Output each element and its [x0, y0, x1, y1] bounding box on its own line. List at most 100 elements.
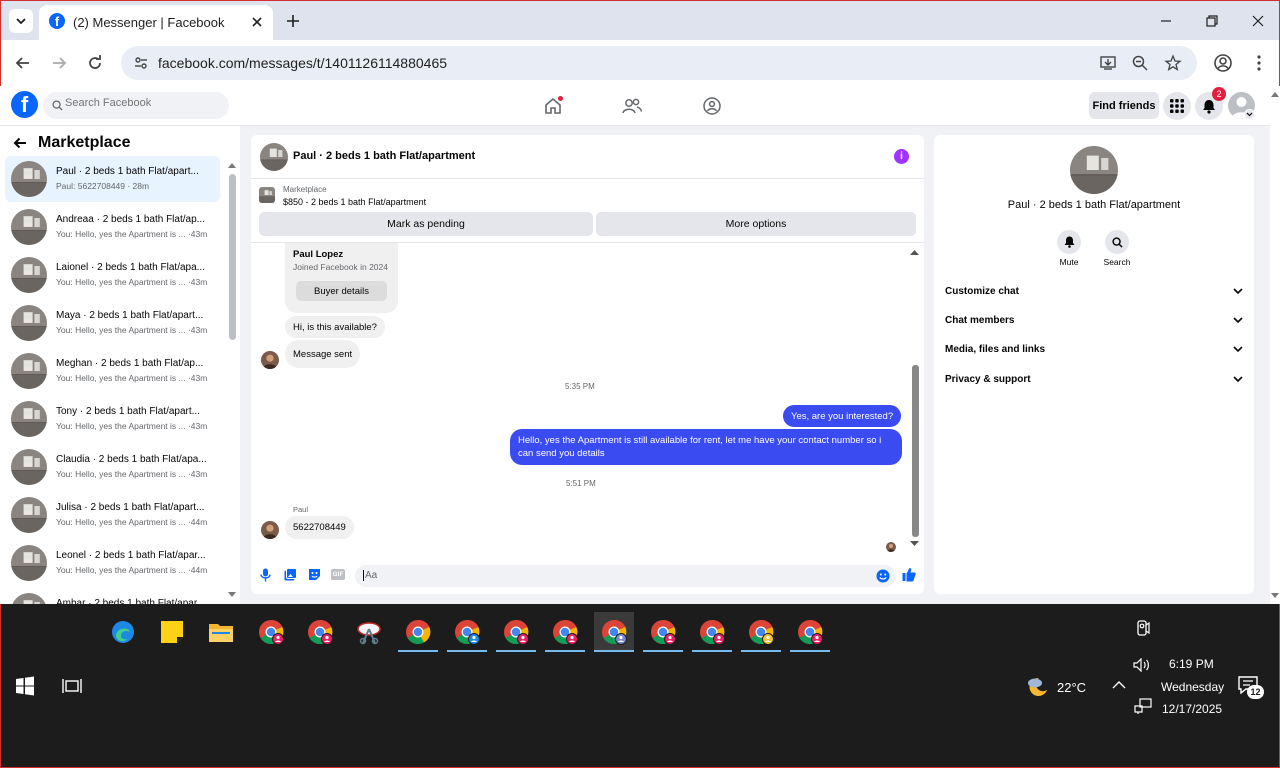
details-section-toggle[interactable]: Chat members — [945, 315, 1243, 335]
chat-title[interactable]: Paul · 2 beds 1 bath Flat/apartment — [293, 150, 475, 162]
message-bubble-outgoing[interactable]: Yes, are you interested? — [783, 405, 902, 427]
listing-thumbnail[interactable] — [259, 187, 275, 203]
chrome-icon[interactable] — [692, 612, 732, 652]
volume-icon[interactable] — [1133, 658, 1151, 672]
message-bubble[interactable]: 5622708449 — [285, 516, 354, 539]
chat-scroll-down-icon[interactable] — [910, 541, 919, 547]
clock-date[interactable]: 12/17/2025 — [1162, 702, 1222, 716]
sidebar-scrollbar-thumb[interactable] — [229, 174, 236, 340]
conversation-item[interactable]: Leonel · 2 beds 1 bath Flat/apar... You: … — [5, 540, 220, 586]
microphone-icon[interactable] — [260, 568, 271, 582]
notification-center-button[interactable]: 12 — [1238, 676, 1266, 704]
paul-avatar[interactable] — [261, 351, 279, 369]
bookmark-star-icon[interactable] — [1164, 54, 1182, 72]
conversation-item[interactable]: Laionel · 2 beds 1 bath Flat/apa... You: … — [5, 252, 220, 298]
message-bubble-outgoing[interactable]: Hello, yes the Apartment is still availa… — [510, 429, 902, 465]
conversation-item[interactable]: Julisa · 2 beds 1 bath Flat/apart... You:… — [5, 492, 220, 538]
tab-search-button[interactable] — [9, 9, 33, 33]
file-explorer-icon[interactable] — [201, 612, 241, 652]
nav-groups[interactable] — [702, 96, 722, 116]
chat-scrollbar-thumb[interactable] — [912, 365, 919, 537]
conversation-item[interactable]: Maya · 2 beds 1 bath Flat/apart... You: H… — [5, 300, 220, 346]
chat-scroll-up-icon[interactable] — [910, 249, 919, 255]
listing-title[interactable]: $850 - 2 beds 1 bath Flat/apartment — [283, 197, 426, 207]
buyer-details-button[interactable]: Buyer details — [296, 281, 387, 301]
account-chevron-icon[interactable] — [1244, 109, 1255, 120]
emoji-icon[interactable] — [876, 569, 890, 583]
gif-icon[interactable]: GIF — [331, 569, 345, 580]
nav-home[interactable] — [543, 96, 563, 116]
facebook-logo[interactable]: f — [11, 91, 38, 118]
clock-time[interactable]: 6:19 PM — [1169, 657, 1214, 671]
conversation-item[interactable]: Paul · 2 beds 1 bath Flat/apart... Paul: … — [5, 156, 220, 202]
close-tab-icon[interactable] — [249, 14, 265, 30]
chrome-icon[interactable] — [594, 612, 634, 652]
conversation-item[interactable]: Meghan · 2 beds 1 bath Flat/ap... You: He… — [5, 348, 220, 394]
search-in-conversation-button[interactable]: Search — [1100, 230, 1134, 268]
minimize-button[interactable] — [1143, 1, 1189, 41]
search-input[interactable] — [65, 97, 215, 109]
mute-button[interactable]: Mute — [1054, 230, 1084, 268]
mark-as-pending-button[interactable]: Mark as pending — [259, 212, 593, 236]
chrome-icon[interactable] — [300, 612, 340, 652]
sticky-notes-icon[interactable] — [152, 612, 192, 652]
start-button[interactable] — [15, 676, 35, 696]
show-hidden-icons[interactable] — [1112, 680, 1126, 690]
new-tab-button[interactable] — [283, 11, 303, 31]
site-info-icon[interactable] — [133, 55, 149, 71]
nav-friends[interactable] — [621, 96, 643, 116]
menu-button[interactable] — [1163, 92, 1191, 120]
chrome-icon[interactable] — [251, 612, 291, 652]
thumbs-up-icon[interactable] — [902, 567, 916, 582]
close-window-button[interactable] — [1235, 1, 1280, 41]
chrome-icon[interactable] — [496, 612, 536, 652]
chrome-icon[interactable] — [741, 612, 781, 652]
zoom-icon[interactable] — [1131, 54, 1149, 72]
contact-avatar[interactable] — [1070, 146, 1118, 194]
browser-tab-active[interactable]: f (2) Messenger | Facebook — [39, 5, 273, 41]
chrome-icon[interactable] — [545, 612, 585, 652]
snipping-tool-icon[interactable] — [349, 612, 389, 652]
weather-widget[interactable]: 22°C — [1023, 674, 1093, 700]
address-bar[interactable]: facebook.com/messages/t/1401126114880465 — [121, 46, 1197, 80]
facebook-search[interactable] — [43, 92, 229, 119]
chrome-icon[interactable] — [790, 612, 830, 652]
edge-icon[interactable] — [103, 612, 143, 652]
reload-button[interactable] — [85, 53, 105, 73]
conversation-item[interactable]: Claudia · 2 beds 1 bath Flat/apa... You: … — [5, 444, 220, 490]
conversation-item[interactable]: Tony · 2 beds 1 bath Flat/apart... You: H… — [5, 396, 220, 442]
chrome-icon[interactable] — [398, 612, 438, 652]
scroll-down-icon[interactable] — [228, 592, 236, 598]
notifications-button[interactable]: 2 — [1195, 87, 1226, 120]
conversation-item[interactable]: Ambar · 2 beds 1 bath Flat/apar... — [5, 588, 220, 604]
chrome-icon[interactable] — [643, 612, 683, 652]
network-icon[interactable] — [1134, 698, 1152, 714]
paul-avatar[interactable] — [261, 521, 279, 539]
back-arrow-button[interactable] — [12, 135, 28, 151]
install-app-icon[interactable] — [1099, 54, 1117, 72]
find-friends-button[interactable]: Find friends — [1089, 92, 1159, 119]
meet-now-icon[interactable] — [1123, 608, 1163, 648]
listing-avatar[interactable] — [260, 143, 288, 171]
message-bubble[interactable]: Hi, is this available? — [285, 316, 385, 338]
task-view-button[interactable] — [62, 676, 82, 696]
page-scrollbar[interactable] — [1270, 86, 1280, 604]
message-input[interactable]: Aa — [355, 565, 896, 587]
info-icon[interactable]: i — [894, 149, 909, 164]
forward-button[interactable] — [49, 53, 69, 73]
details-section-toggle[interactable]: Customize chat — [945, 286, 1243, 306]
browser-menu-icon[interactable] — [1249, 53, 1269, 73]
back-button[interactable] — [13, 53, 33, 73]
restore-button[interactable] — [1189, 1, 1235, 41]
profile-icon[interactable] — [1213, 53, 1233, 73]
clock-day[interactable]: Wednesday — [1161, 680, 1224, 694]
details-section-toggle[interactable]: Privacy & support — [945, 374, 1243, 394]
chrome-icon[interactable] — [447, 612, 487, 652]
scroll-up-icon[interactable] — [228, 162, 236, 168]
more-options-button[interactable]: More options — [596, 212, 916, 236]
conversation-item[interactable]: Andreaa · 2 beds 1 bath Flat/ap... You: H… — [5, 204, 220, 250]
photo-icon[interactable] — [284, 568, 297, 581]
message-bubble[interactable]: Message sent — [285, 340, 361, 368]
sticker-icon[interactable] — [308, 568, 321, 581]
details-section-toggle[interactable]: Media, files and links — [945, 344, 1243, 364]
